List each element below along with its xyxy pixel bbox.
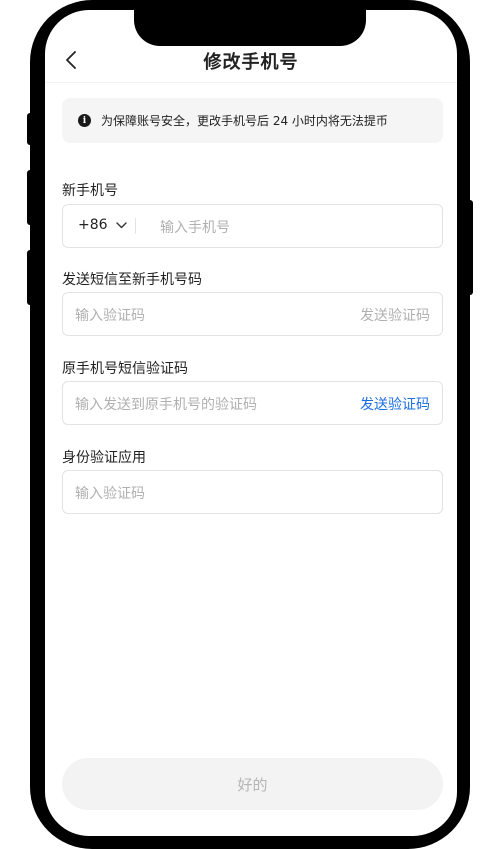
old-phone-code-input[interactable]: 输入发送到原手机号的验证码 xyxy=(75,394,257,414)
new-phone-code-input[interactable]: 输入验证码 xyxy=(75,305,145,325)
send-code-button-new[interactable]: 发送验证码 xyxy=(360,305,430,325)
new-phone-field[interactable]: +86 输入手机号 xyxy=(62,204,443,248)
code-divider xyxy=(135,218,136,234)
nav-header: 修改手机号 xyxy=(45,38,457,83)
country-code-select[interactable]: +86 xyxy=(78,217,127,233)
old-phone-sms-label: 原手机号短信验证码 xyxy=(62,361,188,377)
send-code-button-old[interactable]: 发送验证码 xyxy=(360,394,430,414)
new-phone-sms-label: 发送短信至新手机号码 xyxy=(62,272,202,288)
side-button-left-3 xyxy=(27,250,33,305)
chevron-down-icon xyxy=(115,221,127,229)
phone-input[interactable]: 输入手机号 xyxy=(160,217,230,237)
new-phone-code-field[interactable]: 输入验证码 发送验证码 xyxy=(62,292,443,336)
old-phone-code-field[interactable]: 输入发送到原手机号的验证码 发送验证码 xyxy=(62,381,443,425)
country-code-value: +86 xyxy=(78,217,108,233)
authenticator-code-field[interactable]: 输入验证码 xyxy=(62,470,443,514)
authenticator-label: 身份验证应用 xyxy=(62,450,146,466)
side-button-left-1 xyxy=(27,113,33,145)
confirm-button[interactable]: 好的 xyxy=(62,758,443,810)
security-notice: i 为保障账号安全，更改手机号后 24 小时内将无法提币 xyxy=(62,98,443,143)
side-button-right xyxy=(467,200,473,295)
authenticator-code-input[interactable]: 输入验证码 xyxy=(75,483,145,503)
page-title: 修改手机号 xyxy=(203,52,299,73)
side-button-left-2 xyxy=(27,170,33,225)
notice-text: 为保障账号安全，更改手机号后 24 小时内将无法提币 xyxy=(101,114,388,128)
new-phone-label: 新手机号 xyxy=(62,183,118,199)
info-icon: i xyxy=(78,114,91,127)
